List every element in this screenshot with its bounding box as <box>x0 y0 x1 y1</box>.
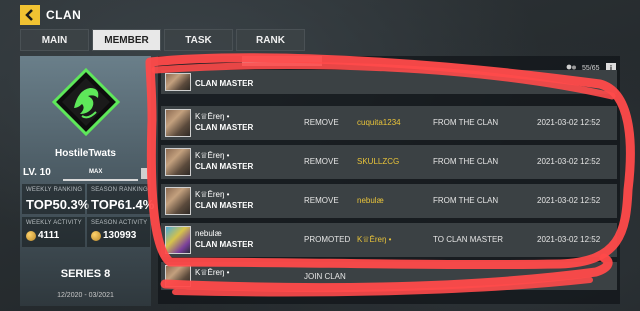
log-action: JOIN CLAN <box>304 272 346 281</box>
avatar <box>165 265 191 287</box>
season-activity-box: SEASON ACTIVITY 130993 <box>87 217 150 247</box>
log-target: cuquita1234 <box>357 118 401 127</box>
series-title: SERIES 8 <box>60 268 111 280</box>
log-row: K♕Ēreŋ • CLAN MASTER REMOVE cuquita1234 … <box>161 106 617 140</box>
log-timestamp: 2021-03-02 12:52 <box>537 118 601 127</box>
tab-member[interactable]: MEMBER <box>92 29 161 51</box>
log-detail: TO CLAN MASTER <box>433 235 504 244</box>
tab-rank[interactable]: RANK <box>236 29 305 51</box>
activity-coin-icon <box>26 231 36 241</box>
max-label: MAX <box>89 169 103 175</box>
weekly-activity-box: WEEKLY ACTIVITY 4111 <box>22 217 85 247</box>
log-action: REMOVE <box>304 157 339 166</box>
season-activity-value: 130993 <box>103 230 137 241</box>
level-badge-icon[interactable] <box>141 168 148 179</box>
avatar <box>165 73 191 91</box>
member-role: CLAN MASTER <box>195 123 254 132</box>
log-row: nebulæ CLAN MASTER PROMOTED K♕Ēreŋ • TO … <box>161 223 617 257</box>
season-ranking-label: SEASON RANKING <box>91 187 148 193</box>
log-timestamp: 2021-03-02 12:52 <box>537 157 601 166</box>
season-ranking-box: SEASON RANKING TOP61.4% <box>87 184 154 214</box>
season-activity-label: SEASON ACTIVITY <box>91 220 148 226</box>
log-target: SKULLZCG <box>357 157 400 166</box>
log-row: K♕Ēreŋ • CLAN MASTER REMOVE nebulæ FROM … <box>161 184 617 218</box>
clan-info-panel: HostileTwats LV. 10 MAX WEEKLY RANKING T… <box>20 56 154 306</box>
avatar <box>165 187 191 215</box>
tab-main[interactable]: MAIN <box>20 29 89 51</box>
tab-task[interactable]: TASK <box>164 29 233 51</box>
avatar <box>165 109 191 137</box>
log-action: REMOVE <box>304 118 339 127</box>
log-timestamp: 2021-03-02 12:52 <box>537 196 601 205</box>
weekly-activity-value: 4111 <box>38 230 60 241</box>
series-dates: 12/2020 - 03/2021 <box>57 292 114 299</box>
member-name: K♕Ēreŋ • <box>195 112 230 121</box>
member-name: K♕Ēreŋ • <box>195 151 230 160</box>
log-timestamp: 2021-03-02 12:52 <box>537 235 601 244</box>
scroll-handle[interactable] <box>242 56 322 66</box>
member-role: CLAN MASTER <box>195 201 254 210</box>
clan-emblem-icon <box>52 68 120 136</box>
tab-bar: MAIN MEMBER TASK RANK <box>20 29 305 51</box>
member-role: CLAN MASTER <box>195 162 254 171</box>
log-target: K♕Ēreŋ • <box>357 235 392 244</box>
log-target: nebulæ <box>357 196 384 205</box>
log-detail: FROM THE CLAN <box>433 157 499 166</box>
member-name: nebulæ <box>195 229 222 238</box>
log-row: K♕Ēreŋ • JOIN CLAN <box>161 262 617 290</box>
avatar <box>165 148 191 176</box>
log-row: CLAN MASTER <box>161 70 617 94</box>
back-button[interactable] <box>20 5 40 25</box>
avatar <box>165 226 191 254</box>
clan-level: LV. 10 <box>23 167 51 178</box>
level-progress-bar <box>63 179 138 181</box>
weekly-ranking-value: TOP50.3% <box>26 197 90 212</box>
member-name: K♕Ēreŋ • <box>195 190 230 199</box>
log-row: K♕Ēreŋ • CLAN MASTER REMOVE SKULLZCG FRO… <box>161 145 617 179</box>
log-detail: FROM THE CLAN <box>433 118 499 127</box>
page-title: CLAN <box>46 8 82 22</box>
member-log-panel[interactable]: 55/65 i CLAN MASTER K♕Ēreŋ • CLAN MASTER… <box>158 56 620 304</box>
weekly-activity-label: WEEKLY ACTIVITY <box>26 220 82 226</box>
weekly-ranking-box: WEEKLY RANKING TOP50.3% <box>22 184 89 214</box>
member-role: CLAN MASTER <box>195 240 254 249</box>
weekly-ranking-label: WEEKLY RANKING <box>26 187 83 193</box>
clan-name: HostileTwats <box>55 148 116 159</box>
member-name: K♕Ēreŋ • <box>195 268 230 277</box>
activity-coin-icon <box>91 231 101 241</box>
level-row: LV. 10 MAX <box>23 167 148 181</box>
log-detail: FROM THE CLAN <box>433 196 499 205</box>
log-action: REMOVE <box>304 196 339 205</box>
member-role: CLAN MASTER <box>195 79 254 88</box>
log-action: PROMOTED <box>304 235 351 244</box>
season-ranking-value: TOP61.4% <box>91 197 155 212</box>
chevron-left-icon <box>25 9 33 21</box>
